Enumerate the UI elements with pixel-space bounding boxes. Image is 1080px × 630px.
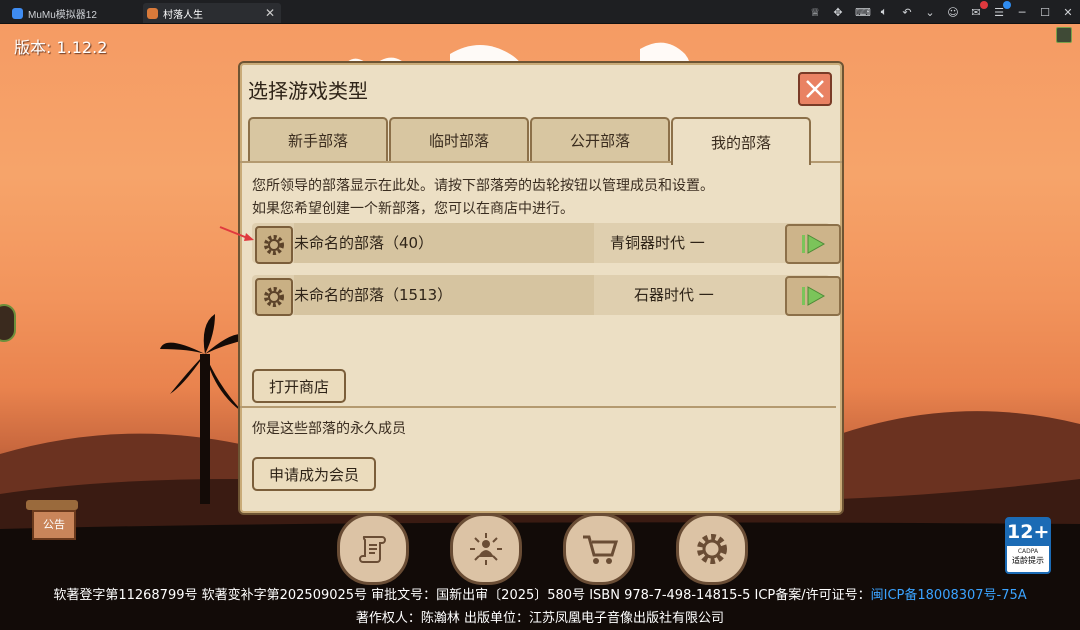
close-window-icon[interactable]: ✕	[1062, 6, 1074, 19]
meditate-icon	[470, 533, 502, 565]
open-shop-button[interactable]: 打开商店	[252, 369, 347, 403]
scroll-button[interactable]	[337, 513, 409, 585]
emulator-titlebar: MuMu模拟器12 村落人生 ✕ ♕ ✥ ⌨ 🔈︎ ↶ ⌄ ☺ ✉ ☰ ─ ☐ …	[0, 0, 1080, 24]
age-rating-value: 12+	[1007, 519, 1049, 546]
version-label: 版本: 1.12.2	[14, 38, 108, 57]
shop-cart-button[interactable]	[563, 513, 635, 585]
menu-icon[interactable]: ☰	[993, 0, 1011, 19]
member-note: 你是这些部落的永久成员	[252, 421, 406, 437]
age-rating-badge: 12+ CADPA 适龄提示	[1005, 517, 1051, 574]
game-logo-icon	[147, 7, 158, 19]
minimize-icon[interactable]: ─	[1016, 6, 1028, 19]
divider	[240, 406, 836, 408]
tab-game[interactable]: 村落人生 ✕	[143, 3, 281, 23]
chevron-down-icon[interactable]: ⌄	[924, 6, 936, 19]
keyboard-icon[interactable]: ⌨	[855, 6, 871, 19]
close-button[interactable]	[798, 72, 832, 106]
dialog-title: 选择游戏类型	[248, 79, 368, 103]
tab-novice-tribe[interactable]: 新手部落	[248, 117, 388, 161]
footer-license-line: 软著登字第11268799号 软著变补字第202509025号 审批文号：国新出…	[0, 584, 1080, 603]
dialog-tabs: 新手部落 临时部落 公开部落 我的部落	[240, 113, 842, 165]
user-icon[interactable]: ☺	[947, 6, 959, 19]
tribe-row: 未命名的部落（40） 青铜器时代 一	[252, 223, 841, 264]
dialog-description-2: 如果您希望创建一个新部落，您可以在商店中进行。	[252, 201, 574, 217]
window-controls: ♕ ✥ ⌨ 🔈︎ ↶ ⌄ ☺ ✉ ☰ ─ ☐ ✕	[809, 0, 1074, 21]
tab-game-label: 村落人生	[163, 9, 203, 21]
meditate-button[interactable]	[450, 513, 522, 585]
tab-public-tribe[interactable]: 公开部落	[530, 117, 670, 161]
gear-icon	[264, 287, 284, 307]
apply-member-button[interactable]: 申请成为会员	[252, 457, 377, 491]
open-shop-label: 打开商店	[269, 377, 330, 396]
scroll-icon	[359, 536, 386, 563]
tab-novice-tribe-label: 新手部落	[287, 131, 348, 150]
crown-icon[interactable]: ♕	[809, 6, 821, 19]
play-icon	[802, 286, 826, 306]
leaf-icon[interactable]	[1056, 27, 1072, 43]
tab-mumu-label: MuMu模拟器12	[28, 9, 97, 21]
side-handle[interactable]	[0, 304, 16, 342]
enter-tribe-button[interactable]	[785, 276, 841, 316]
select-game-type-dialog: 选择游戏类型 新手部落 临时部落 公开部落 我的部落 您所领导的部落显示在此处。…	[219, 61, 844, 515]
age-rating-hint: 适龄提示	[1012, 556, 1044, 565]
red-arrow-annotation	[219, 226, 254, 241]
settings-gear-icon	[697, 534, 727, 564]
tab-mumu[interactable]: MuMu模拟器12	[8, 3, 138, 23]
mumu-logo-icon	[12, 7, 23, 19]
back-icon[interactable]: ↶	[901, 6, 913, 19]
notice-label: 公告	[32, 510, 76, 540]
tribe-name: 未命名的部落（1513）	[294, 275, 594, 315]
footer-publisher-line: 著作权人：陈瀚林 出版单位：江苏凤凰电子音像出版社有限公司	[355, 611, 725, 626]
age-rating-org: CADPA	[1017, 548, 1039, 555]
tab-temporary-tribe-label: 临时部落	[428, 131, 489, 150]
mail-icon[interactable]: ✉	[970, 0, 988, 19]
tribe-settings-button[interactable]	[255, 278, 293, 316]
tab-my-tribe[interactable]: 我的部落	[671, 117, 811, 165]
settings-button[interactable]	[676, 513, 748, 585]
cart-icon	[583, 535, 618, 564]
dialog-description-1: 您所领导的部落显示在此处。请按下部落旁的齿轮按钮以管理成员和设置。	[252, 178, 714, 194]
icp-link[interactable]: 闽ICP备18008307号-75A	[871, 588, 1027, 603]
maximize-icon[interactable]: ☐	[1039, 6, 1051, 19]
gamepad-icon[interactable]: ✥	[832, 6, 844, 19]
tab-temporary-tribe[interactable]: 临时部落	[389, 117, 529, 161]
tribe-name: 未命名的部落（40）	[294, 223, 594, 263]
tribe-row: 未命名的部落（1513） 石器时代 一	[252, 275, 841, 316]
close-tab-icon[interactable]: ✕	[265, 6, 275, 20]
close-icon	[806, 80, 824, 98]
enter-tribe-button[interactable]	[785, 224, 841, 264]
gear-icon	[264, 235, 284, 255]
notice-roof	[26, 500, 78, 510]
volume-icon[interactable]: 🔈︎	[878, 5, 890, 19]
play-icon	[802, 234, 826, 254]
notice-board-button[interactable]: 公告	[26, 500, 78, 540]
apply-member-label: 申请成为会员	[269, 465, 360, 484]
game-screen: 版本: 1.12.2 选择游戏类型 新手部落 临时部落 公开部落 我的部落 您所…	[0, 24, 1080, 630]
footer-license-text: 软著登字第11268799号 软著变补字第202509025号 审批文号：国新出…	[53, 588, 871, 603]
tribe-age: 石器时代 一	[634, 286, 714, 304]
tribe-age: 青铜器时代 一	[610, 234, 705, 252]
tab-my-tribe-label: 我的部落	[710, 133, 771, 152]
tab-public-tribe-label: 公开部落	[569, 131, 630, 150]
tribe-settings-button[interactable]	[255, 226, 293, 264]
